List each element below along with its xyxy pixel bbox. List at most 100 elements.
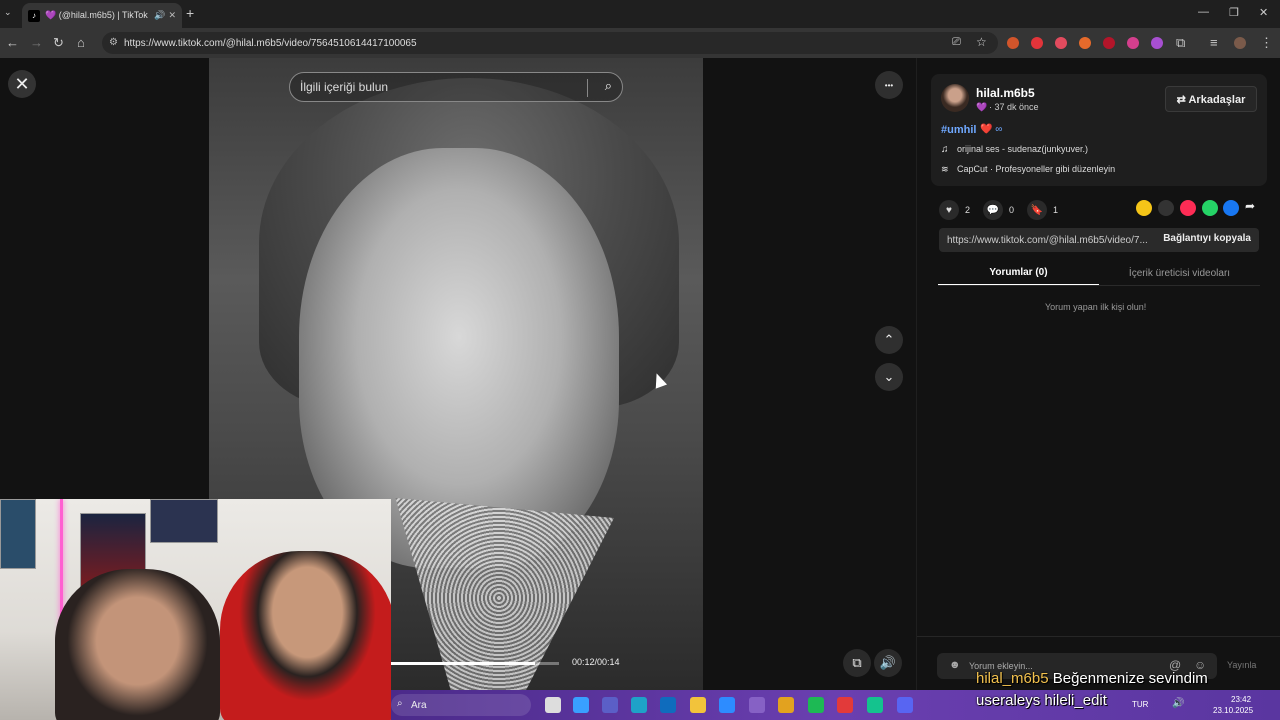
tab-list-button[interactable]: ⌄ (4, 7, 12, 18)
window-close-button[interactable]: ✕ (1259, 6, 1268, 19)
video-progress-fill (391, 662, 536, 665)
capcut-icon: ≋ (941, 164, 949, 174)
task-view-icon[interactable] (545, 697, 561, 713)
tab-creator-videos[interactable]: İçerik üreticisi videoları (1099, 260, 1260, 286)
previous-video-button[interactable]: ⌃ (875, 326, 903, 354)
extension-icon-3[interactable] (1055, 37, 1067, 49)
zoom-icon[interactable] (719, 697, 735, 713)
video-link-text: https://www.tiktok.com/@hilal.m6b5/video… (947, 234, 1148, 246)
comment-action[interactable]: 💬 0 (983, 200, 1014, 220)
teams-icon[interactable] (602, 697, 618, 713)
voice-app-icon[interactable] (837, 697, 853, 713)
chat-user-1: hilal_m6b5 (976, 670, 1049, 687)
chat-msg-1: Beğenmenize sevindim (1052, 670, 1208, 687)
browser-tab-tiktok[interactable]: ♪ 💜 (@hilal.m6b5) | TikTok 🔊 ✕ (22, 3, 182, 28)
friends-button[interactable]: ⇄ Arkadaşlar (1165, 86, 1257, 112)
related-search-input[interactable]: İlgili içeriği bulun ⌕ (289, 72, 623, 102)
home-icon[interactable]: ⌂ (77, 35, 85, 50)
close-video-button[interactable]: ✕ (8, 70, 36, 98)
taskbar-search-label: Ara (411, 699, 427, 711)
extension-icon-2[interactable] (1031, 37, 1043, 49)
copilot-icon[interactable] (573, 697, 589, 713)
search-icon[interactable]: ⌕ (605, 78, 612, 94)
chat-overlay-line-1: hilal_m6b5 Beğenmenize sevindim (976, 670, 1208, 687)
music-note-icon: ♫ (941, 144, 949, 155)
reload-icon[interactable]: ↻ (53, 35, 64, 51)
post-comment-button[interactable]: Yayınla (1227, 660, 1256, 670)
extensions-puzzle-icon[interactable]: ⧉ (1176, 35, 1185, 51)
poster-left (0, 499, 36, 569)
hashtag-emoji: ❤️ ∞ (980, 124, 1003, 135)
share-arrow-icon[interactable]: ➦ (1245, 199, 1255, 213)
discord-icon[interactable] (897, 697, 913, 713)
coin-share-icon[interactable] (1136, 200, 1152, 216)
heart-icon[interactable]: ♥ (939, 200, 959, 220)
video-time: 00:12/00:14 (572, 657, 620, 667)
author-avatar[interactable] (941, 84, 969, 112)
clock-date[interactable]: 23.10.2025 (1213, 706, 1253, 715)
pip-button[interactable]: ⧉ (843, 649, 871, 677)
edge-icon[interactable] (631, 697, 647, 713)
address-bar[interactable]: ⚙ https://www.tiktok.com/@hilal.m6b5/vid… (102, 32, 998, 54)
site-info-icon[interactable]: ⚙ (109, 37, 118, 48)
extension-icon-7[interactable] (1151, 37, 1163, 49)
tab-comments[interactable]: Yorumlar (0) (938, 260, 1099, 286)
send-share-icon[interactable] (1180, 200, 1196, 216)
new-tab-button[interactable]: + (186, 5, 194, 21)
url-text: https://www.tiktok.com/@hilal.m6b5/video… (124, 37, 417, 49)
restore-button[interactable]: ❐ (1229, 6, 1239, 19)
forward-icon[interactable]: → (30, 35, 43, 50)
app-green-icon[interactable] (867, 697, 883, 713)
like-count: 2 (965, 205, 971, 215)
hashtag-link[interactable]: #umhil (941, 124, 976, 136)
post-time: · 37 dk önce (989, 102, 1039, 112)
outlook-icon[interactable] (660, 697, 676, 713)
volume-icon[interactable]: 🔊 (1172, 698, 1184, 709)
facebook-share-icon[interactable] (1223, 200, 1239, 216)
browser-tab-bar: ⌄ ♪ 💜 (@hilal.m6b5) | TikTok 🔊 ✕ + — ❐ ✕ (0, 0, 1280, 28)
language-indicator[interactable]: TUR (1132, 700, 1148, 709)
menu-icon[interactable]: ⋮ (1260, 35, 1273, 51)
tab-close-icon[interactable]: ✕ (168, 10, 176, 21)
clock-time[interactable]: 23:42 (1231, 695, 1251, 704)
author-info-card: hilal.m6b5 💜 · 37 dk önce ⇄ Arkadaşlar #… (931, 74, 1267, 186)
author-name[interactable]: hilal.m6b5 (976, 86, 1035, 100)
save-action[interactable]: 🔖 1 (1027, 200, 1058, 220)
comment-icon[interactable]: 💬 (983, 200, 1003, 220)
browser-nav-bar: ← → ↻ ⌂ ⚙ https://www.tiktok.com/@hilal.… (0, 28, 1280, 58)
whatsapp-share-icon[interactable] (1202, 200, 1218, 216)
install-app-icon[interactable]: ⎚ (952, 36, 961, 49)
volume-button[interactable]: 🔊 (874, 649, 902, 677)
extension-icon-6[interactable] (1127, 37, 1139, 49)
ublock-icon[interactable] (1103, 37, 1115, 49)
taskbar-search[interactable]: ⌕ Ara (391, 694, 531, 716)
streamer-left (55, 569, 220, 720)
more-options-button[interactable]: ••• (875, 71, 903, 99)
like-action[interactable]: ♥ 2 (939, 200, 970, 220)
extension-icon-1[interactable] (1007, 37, 1019, 49)
capcut-link[interactable]: CapCut · Profesyoneller gibi düzenleyin (957, 164, 1115, 174)
author-heart-emoji: 💜 (976, 102, 988, 112)
spotify-icon[interactable] (808, 697, 824, 713)
media-control-icon[interactable]: ≡ (1210, 35, 1218, 50)
search-placeholder: İlgili içeriği bulun (300, 80, 389, 94)
minimize-button[interactable]: — (1198, 6, 1209, 18)
profile-avatar[interactable] (1234, 37, 1246, 49)
embed-share-icon[interactable] (1158, 200, 1174, 216)
visual-studio-icon[interactable] (749, 697, 765, 713)
copy-link-button[interactable]: Bağlantıyı kopyala (1163, 233, 1251, 244)
chrome-icon[interactable] (778, 697, 794, 713)
back-icon[interactable]: ← (6, 35, 19, 50)
video-link-box[interactable]: https://www.tiktok.com/@hilal.m6b5/video… (939, 228, 1259, 252)
tiktok-icon: ♪ (28, 9, 40, 22)
next-video-button[interactable]: ⌄ (875, 363, 903, 391)
file-explorer-icon[interactable] (690, 697, 706, 713)
speaker-icon[interactable]: 🔊 (154, 10, 165, 21)
empty-comments-text: Yorum yapan ilk kişi olun! (1045, 302, 1147, 312)
bookmark-star-icon[interactable]: ☆ (976, 35, 987, 49)
bookmark-icon[interactable]: 🔖 (1027, 200, 1047, 220)
sound-link[interactable]: orijinal ses - sudenaz(junkyuver.) (957, 144, 1088, 154)
extension-icon-4[interactable] (1079, 37, 1091, 49)
video-progress-bar[interactable] (391, 662, 559, 665)
poster-sign (150, 499, 218, 543)
